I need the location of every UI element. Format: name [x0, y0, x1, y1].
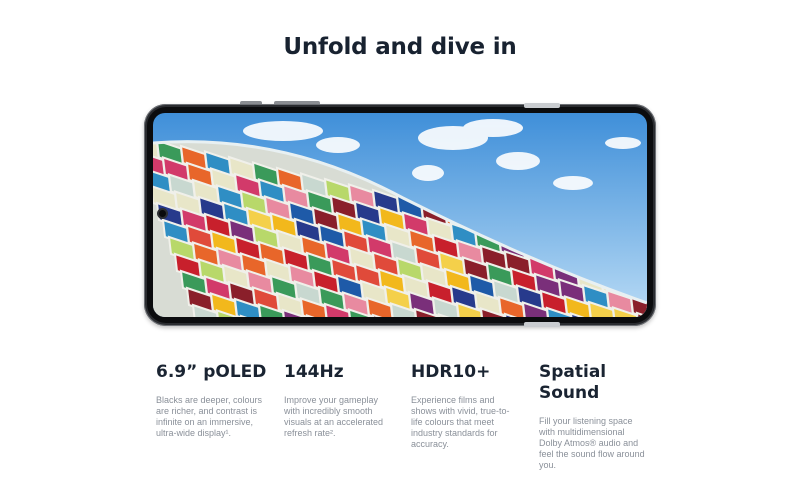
feature-description: Experience films and shows with vivid, t…	[411, 395, 510, 449]
front-camera-icon	[157, 208, 168, 219]
feature-title: Spatial Sound	[539, 362, 607, 403]
feature-display: 6.9” pOLED Blacks are deeper, colours ar…	[156, 362, 266, 439]
feature-description: Improve your gameplay with incredibly sm…	[284, 395, 384, 438]
phone-hinge-top	[524, 103, 560, 108]
phone-hinge-bottom	[524, 322, 560, 327]
page-headline: Unfold and dive in	[283, 34, 517, 60]
feature-title: 144Hz	[284, 362, 344, 382]
feature-description: Blacks are deeper, colours are richer, a…	[156, 395, 263, 438]
phone-volume-button	[240, 101, 262, 104]
feature-description: Fill your listening space with multidime…	[539, 416, 645, 470]
feature-hdr: HDR10+ Experience films and shows with v…	[411, 362, 521, 450]
feature-spatial-sound: Spatial Sound Fill your listening space …	[539, 362, 649, 471]
phone-screen-wallpaper	[153, 113, 647, 317]
feature-refresh-rate: 144Hz Improve your gameplay with incredi…	[284, 362, 394, 439]
feature-title: 6.9” pOLED	[156, 362, 267, 382]
phone-power-button	[274, 101, 320, 104]
feature-title: HDR10+	[411, 362, 491, 382]
